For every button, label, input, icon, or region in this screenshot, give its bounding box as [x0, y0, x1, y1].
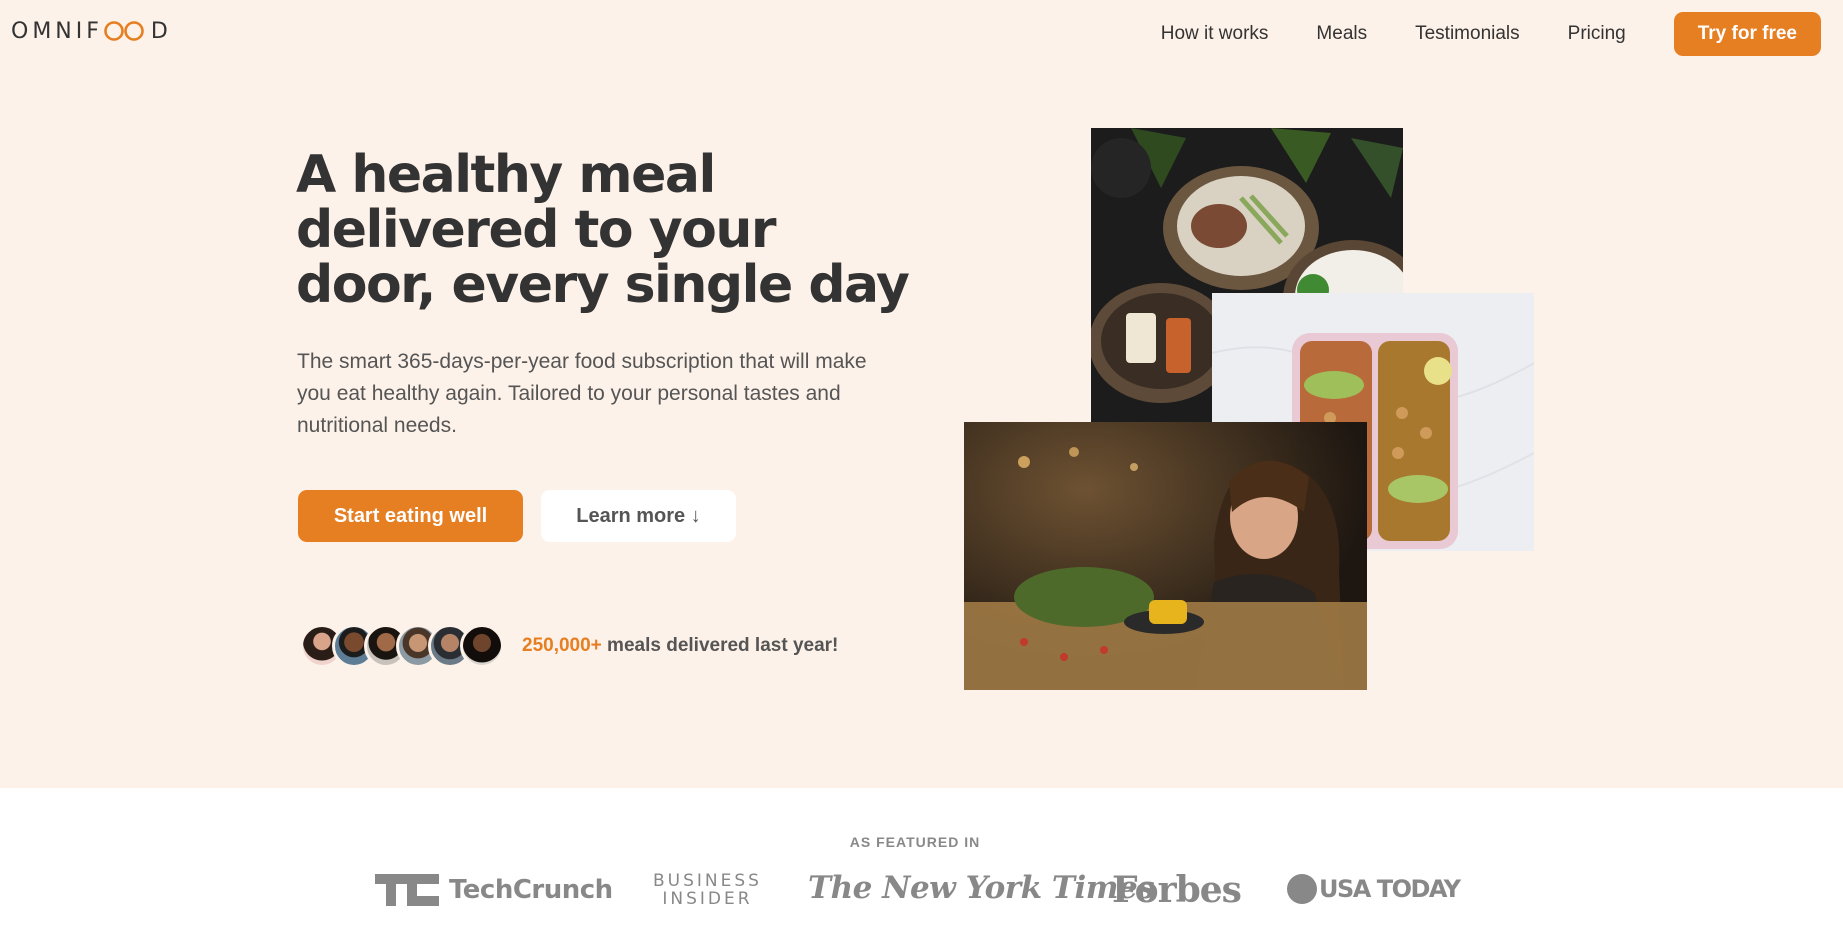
forbes-logo: Forbes — [1112, 869, 1242, 911]
techcrunch-logo: TechCrunch — [375, 874, 613, 906]
main-nav: How it works Meals Testimonials Pricing … — [1161, 12, 1821, 56]
infinity-icon — [104, 21, 144, 41]
meals-delivered-text: 250,000+ meals delivered last year! — [522, 635, 838, 657]
customer-avatars — [300, 624, 504, 668]
nav-link-pricing[interactable]: Pricing — [1568, 23, 1626, 45]
business-insider-line2: INSIDER — [662, 889, 753, 909]
featured-in-heading: AS FEATURED IN — [849, 834, 981, 850]
logo-text-start: OMNIF — [11, 18, 103, 44]
delivered-meals: 250,000+ meals delivered last year! — [300, 624, 838, 668]
meals-count: 250,000+ — [522, 635, 602, 656]
techcrunch-icon — [375, 874, 439, 906]
featured-logos: TechCrunch BUSINESS INSIDER The New York… — [0, 866, 1843, 916]
hero-image-woman-eating — [964, 422, 1367, 690]
logo-text-end: D — [150, 18, 172, 44]
learn-more-button[interactable]: Learn more ↓ — [541, 490, 736, 542]
try-for-free-button[interactable]: Try for free — [1673, 12, 1821, 56]
business-insider-line1: BUSINESS — [653, 871, 762, 891]
hero-description: The smart 365-days-per-year food subscri… — [297, 350, 867, 437]
customer-avatar — [460, 624, 504, 668]
hero-section — [0, 0, 1843, 788]
usa-today-wordmark: USA TODAY — [1319, 875, 1461, 903]
nav-link-how-it-works[interactable]: How it works — [1161, 23, 1269, 45]
nav-link-meals[interactable]: Meals — [1316, 23, 1367, 45]
nav-link-testimonials[interactable]: Testimonials — [1415, 23, 1520, 45]
omnifood-logo[interactable]: OMNIF D — [11, 18, 172, 44]
usa-today-circle-icon — [1287, 874, 1317, 904]
usa-today-logo: USA TODAY — [1287, 874, 1461, 904]
business-insider-logo: BUSINESS INSIDER — [653, 872, 762, 908]
start-eating-well-button[interactable]: Start eating well — [298, 490, 523, 542]
woman-eating-photo — [964, 422, 1367, 690]
new-york-times-logo: The New York Times — [808, 870, 1155, 906]
hero-title: A healthy meal delivered to your door, e… — [296, 145, 910, 315]
techcrunch-wordmark: TechCrunch — [449, 875, 613, 905]
meals-caption: meals delivered last year! — [601, 635, 839, 656]
logo-wordmark: OMNIF D — [11, 19, 172, 44]
